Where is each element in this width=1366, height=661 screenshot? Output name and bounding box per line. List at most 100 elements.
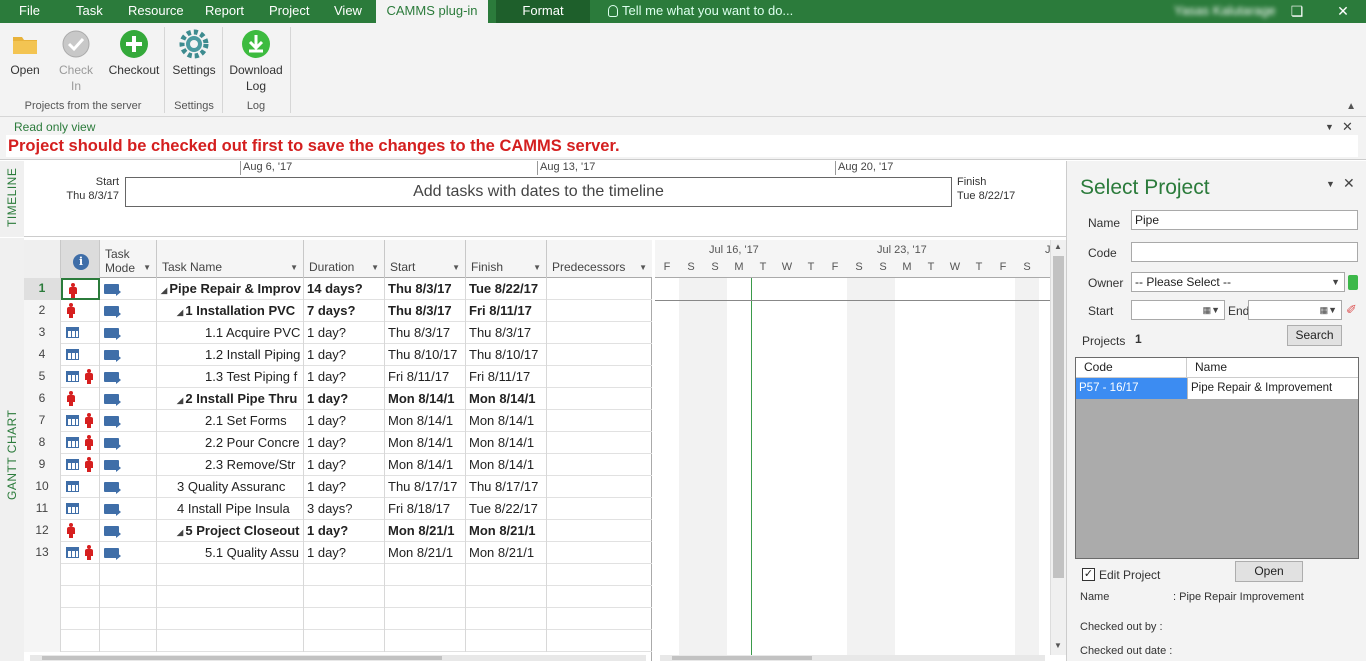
row-number[interactable]: 4 <box>24 344 61 366</box>
start-cell[interactable]: Fri 8/11/17 <box>385 366 466 388</box>
chevron-down-icon[interactable]: ▼ <box>371 263 379 272</box>
code-column-header[interactable]: Code <box>1076 358 1187 378</box>
duration-header[interactable]: Duration ▼ <box>304 240 385 278</box>
name-column-header[interactable]: Name <box>1187 358 1358 378</box>
row-number[interactable]: 7 <box>24 410 61 432</box>
duration-cell[interactable] <box>304 630 385 652</box>
name-input[interactable]: Pipe <box>1131 210 1358 230</box>
task-name-cell[interactable] <box>157 564 304 586</box>
indicators-cell[interactable] <box>61 366 100 388</box>
chevron-down-icon[interactable]: ▼ <box>290 263 298 272</box>
tab-report[interactable]: Report <box>205 0 244 23</box>
task-mode-cell[interactable] <box>100 564 157 586</box>
duration-cell[interactable]: 14 days? <box>304 278 385 300</box>
finish-cell[interactable]: Fri 8/11/17 <box>466 300 547 322</box>
finish-header[interactable]: Finish ▼ <box>466 240 547 278</box>
task-mode-cell[interactable] <box>100 322 157 344</box>
row-number[interactable]: 13 <box>24 542 61 564</box>
task-mode-cell[interactable] <box>100 454 157 476</box>
predecessors-cell[interactable] <box>547 388 652 410</box>
row-number[interactable]: 5 <box>24 366 61 388</box>
start-cell[interactable]: Mon 8/14/1 <box>385 432 466 454</box>
start-date-picker[interactable]: ▦▼ <box>1131 300 1225 320</box>
row-number[interactable]: 9 <box>24 454 61 476</box>
predecessors-header[interactable]: Predecessors ▼ <box>547 240 652 278</box>
indicators-cell[interactable] <box>61 300 100 322</box>
predecessors-cell[interactable] <box>547 586 652 608</box>
predecessors-cell[interactable] <box>547 432 652 454</box>
finish-cell[interactable] <box>466 564 547 586</box>
task-mode-cell[interactable] <box>100 498 157 520</box>
indicators-cell[interactable] <box>61 608 100 630</box>
user-name[interactable]: Yasas Kalutarage <box>1174 0 1276 23</box>
table-row[interactable] <box>24 608 652 630</box>
indicators-cell[interactable] <box>61 454 100 476</box>
predecessors-cell[interactable] <box>547 608 652 630</box>
start-cell[interactable]: Thu 8/3/17 <box>385 300 466 322</box>
table-row[interactable]: 10 3 Quality Assuranc 1 day? Thu 8/17/17 Thu… <box>24 476 652 498</box>
predecessors-cell[interactable] <box>547 344 652 366</box>
tab-file[interactable]: File <box>19 0 40 23</box>
row-number[interactable]: 2 <box>24 300 61 322</box>
duration-cell[interactable]: 1 day? <box>304 388 385 410</box>
finish-cell[interactable]: Thu 8/17/17 <box>466 476 547 498</box>
start-cell[interactable]: Thu 8/3/17 <box>385 278 466 300</box>
table-row[interactable]: 2 ◢ 1 Installation PVC 7 days? Thu 8/3/17 Fr… <box>24 300 652 322</box>
task-name-cell[interactable]: ◢ 1 Installation PVC <box>157 300 304 322</box>
timeline-bar[interactable]: Add tasks with dates to the timeline <box>125 177 952 207</box>
row-number[interactable] <box>24 630 61 652</box>
task-mode-cell[interactable] <box>100 344 157 366</box>
scrollbar-thumb[interactable] <box>1053 256 1064 578</box>
chevron-down-icon[interactable]: ▼ <box>533 263 541 272</box>
start-cell[interactable] <box>385 564 466 586</box>
start-cell[interactable] <box>385 608 466 630</box>
finish-cell[interactable]: Mon 8/14/1 <box>466 410 547 432</box>
tell-me-search[interactable]: Tell me what you want to do... <box>608 0 793 23</box>
predecessors-cell[interactable] <box>547 278 652 300</box>
predecessors-cell[interactable] <box>547 476 652 498</box>
tab-resource[interactable]: Resource <box>128 0 184 23</box>
tab-task[interactable]: Task <box>76 0 103 23</box>
table-row[interactable]: 9 2.3 Remove/Str 1 day? Mon 8/14/1 Mon 8/14/… <box>24 454 652 476</box>
task-name-cell[interactable]: 3 Quality Assuranc <box>157 476 304 498</box>
row-number[interactable]: 8 <box>24 432 61 454</box>
table-row[interactable]: 12 ◢ 5 Project Closeout 1 day? Mon 8/21/1 Mo… <box>24 520 652 542</box>
start-cell[interactable] <box>385 630 466 652</box>
duration-cell[interactable]: 1 day? <box>304 344 385 366</box>
close-icon[interactable]: ✕ <box>1342 119 1353 135</box>
start-cell[interactable]: Thu 8/3/17 <box>385 322 466 344</box>
table-row[interactable] <box>24 586 652 608</box>
tab-view[interactable]: View <box>334 0 362 23</box>
task-name-header[interactable]: Task Name ▼ <box>157 240 304 278</box>
start-header[interactable]: Start ▼ <box>385 240 466 278</box>
task-mode-cell[interactable] <box>100 542 157 564</box>
open-project-button[interactable]: Open <box>1235 561 1303 582</box>
table-row[interactable] <box>24 564 652 586</box>
table-row[interactable]: 13 5.1 Quality Assu 1 day? Mon 8/21/1 Mon 8/… <box>24 542 652 564</box>
duration-cell[interactable]: 1 day? <box>304 454 385 476</box>
row-number[interactable] <box>24 586 61 608</box>
indicators-cell[interactable] <box>61 586 100 608</box>
collapse-ribbon-icon[interactable]: ▲ <box>1346 101 1356 112</box>
row-number[interactable] <box>24 608 61 630</box>
check-in-button[interactable]: Check In <box>58 29 94 93</box>
task-mode-cell[interactable] <box>100 586 157 608</box>
duration-cell[interactable]: 1 day? <box>304 322 385 344</box>
row-number[interactable]: 6 <box>24 388 61 410</box>
duration-cell[interactable]: 7 days? <box>304 300 385 322</box>
row-number[interactable]: 11 <box>24 498 61 520</box>
close-icon[interactable]: ✕ <box>1343 175 1355 192</box>
duration-cell[interactable]: 1 day? <box>304 542 385 564</box>
indicators-header[interactable]: i <box>61 240 100 278</box>
settings-button[interactable]: Settings <box>172 29 216 77</box>
chevron-down-icon[interactable]: ▼ <box>1325 122 1334 132</box>
predecessors-cell[interactable] <box>547 410 652 432</box>
table-row[interactable] <box>24 630 652 652</box>
chart-horizontal-scrollbar[interactable] <box>660 655 1045 661</box>
finish-cell[interactable]: Tue 8/22/17 <box>466 278 547 300</box>
indicators-cell[interactable] <box>61 410 100 432</box>
task-mode-cell[interactable] <box>100 608 157 630</box>
task-mode-header[interactable]: Task Mode ▼ <box>100 240 157 278</box>
finish-cell[interactable] <box>466 586 547 608</box>
scrollbar-thumb[interactable] <box>672 656 812 660</box>
